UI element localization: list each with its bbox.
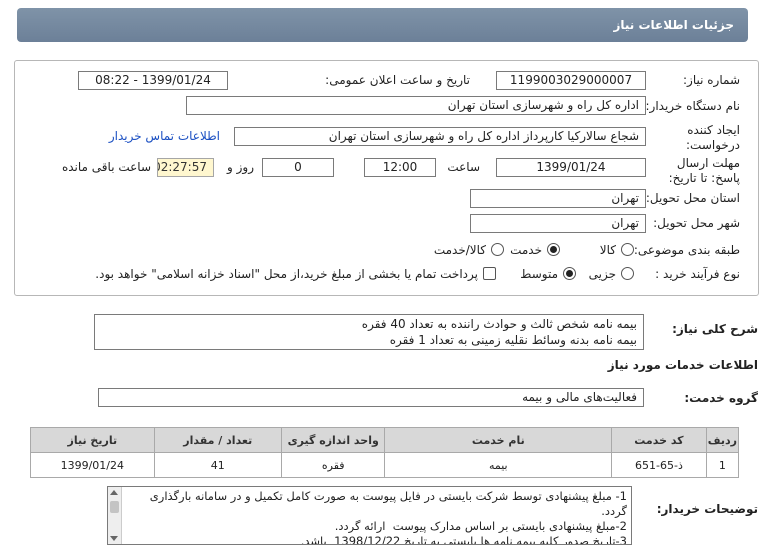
- col-need-date: تاریخ نیاز: [30, 427, 155, 453]
- scroll-thumb[interactable]: [110, 501, 119, 513]
- summary-line-1: بیمه نامه شخص ثالث و حوادث راننده به تعد…: [361, 317, 637, 331]
- deadline-time-label: ساعت: [447, 160, 480, 174]
- province-field[interactable]: تهران: [470, 189, 646, 208]
- cell-service-name: بیمه: [384, 452, 613, 478]
- process-option-medium: متوسط: [520, 267, 558, 281]
- announce-field[interactable]: 1399/01/24 - 08:22: [78, 71, 228, 90]
- category-option-goods-service: کالا/خدمت: [433, 243, 486, 257]
- need-info-panel: شماره نیاز: 1199003029000007 تاریخ و ساع…: [14, 60, 759, 296]
- summary-field[interactable]: بیمه نامه شخص ثالث و حوادث راننده به تعد…: [94, 314, 644, 350]
- deadline-time-field[interactable]: 12:00: [364, 158, 436, 177]
- service-group-label: گروه خدمت:: [684, 391, 758, 405]
- announce-label: تاریخ و ساعت اعلان عمومی:: [325, 73, 470, 87]
- deadline-date-field[interactable]: 1399/01/24: [496, 158, 646, 177]
- remaining-time-label: ساعت باقی مانده: [61, 160, 151, 174]
- category-radio-service[interactable]: [547, 243, 560, 256]
- col-unit: واحد اندازه گیری: [280, 427, 386, 453]
- buyer-notes-text: 1- مبلغ پیشنهادی توسط شرکت بایستی در فای…: [127, 489, 627, 545]
- treasury-payment-checkbox[interactable]: [483, 267, 496, 280]
- summary-label: شرح کلی نیاز:: [672, 322, 758, 336]
- services-table: ردیف کد خدمت نام خدمت واحد اندازه گیری ت…: [30, 427, 740, 478]
- process-option-minor: جزیی: [588, 267, 616, 281]
- cell-quantity: 41: [153, 452, 282, 478]
- need-number-label: شماره نیاز:: [683, 73, 740, 87]
- col-service-name: نام خدمت: [384, 427, 613, 453]
- service-group-field[interactable]: فعالیت‌های مالی و بیمه: [98, 388, 644, 407]
- process-radio-minor[interactable]: [621, 267, 634, 280]
- page-header: جزئیات اطلاعات نیاز: [17, 8, 748, 42]
- creator-label: ایجاد کننده درخواست:: [686, 123, 740, 152]
- note-line-2: 2-مبلغ پیشنهادی بایستی بر اساس مدارک پیو…: [334, 519, 627, 533]
- process-radio-medium[interactable]: [563, 267, 576, 280]
- col-quantity: تعداد / مقدار: [153, 427, 282, 453]
- summary-line-2: بیمه نامه بدنه وسائط نقلیه زمینی به تعدا…: [389, 333, 637, 347]
- creator-field[interactable]: شجاع سالارکیا کارپرداز اداره کل راه و شه…: [234, 127, 646, 146]
- category-option-service: خدمت: [510, 243, 542, 257]
- category-option-goods: کالا: [599, 243, 616, 257]
- deadline-label: مهلت ارسال پاسخ: تا تاریخ:: [668, 156, 740, 185]
- days-label: روز و: [227, 160, 254, 174]
- remaining-time-field: 02:27:57: [157, 158, 214, 177]
- col-service-code: کد خدمت: [611, 427, 707, 453]
- cell-service-code: ذ-65-651: [611, 452, 707, 478]
- table-row: 1 ذ-65-651 بیمه فقره 41 1399/01/24: [30, 452, 740, 478]
- notes-scrollbar[interactable]: [108, 487, 122, 544]
- cell-unit: فقره: [280, 452, 386, 478]
- category-radio-goods-service[interactable]: [491, 243, 504, 256]
- scroll-down-arrow-icon[interactable]: [110, 536, 118, 541]
- process-label: نوع فرآیند خرید :: [655, 267, 740, 281]
- col-row: ردیف: [705, 427, 740, 453]
- buyer-org-field[interactable]: اداره کل راه و شهرسازی استان تهران: [186, 96, 646, 115]
- scroll-up-arrow-icon[interactable]: [110, 490, 118, 495]
- province-label: استان محل تحویل:: [645, 191, 740, 205]
- cell-row: 1: [705, 452, 740, 478]
- need-number-field[interactable]: 1199003029000007: [496, 71, 646, 90]
- city-field[interactable]: تهران: [470, 214, 646, 233]
- treasury-payment-note: پرداخت تمام یا بخشی از مبلغ خرید،از محل …: [95, 267, 478, 281]
- table-header-row: ردیف کد خدمت نام خدمت واحد اندازه گیری ت…: [30, 427, 740, 453]
- page-title: جزئیات اطلاعات نیاز: [613, 18, 734, 32]
- category-label: طبقه بندی موضوعی:: [633, 243, 740, 257]
- cell-need-date: 1399/01/24: [30, 452, 155, 478]
- buyer-notes-label: توضیحات خریدار:: [656, 502, 758, 516]
- city-label: شهر محل تحویل:: [653, 216, 740, 230]
- buyer-notes-field[interactable]: 1- مبلغ پیشنهادی توسط شرکت بایستی در فای…: [107, 486, 632, 545]
- category-radio-goods[interactable]: [621, 243, 634, 256]
- buyer-contact-link[interactable]: اطلاعات تماس خریدار: [109, 129, 220, 143]
- note-line-3: 3-تاریخ صدور کلیه بیمه نامه ها بایستی به…: [300, 534, 627, 545]
- services-section-title: اطلاعات خدمات مورد نیاز: [607, 358, 758, 372]
- buyer-org-label: نام دستگاه خریدار:: [645, 99, 741, 113]
- days-field[interactable]: 0: [262, 158, 334, 177]
- note-line-1: 1- مبلغ پیشنهادی توسط شرکت بایستی در فای…: [146, 489, 627, 518]
